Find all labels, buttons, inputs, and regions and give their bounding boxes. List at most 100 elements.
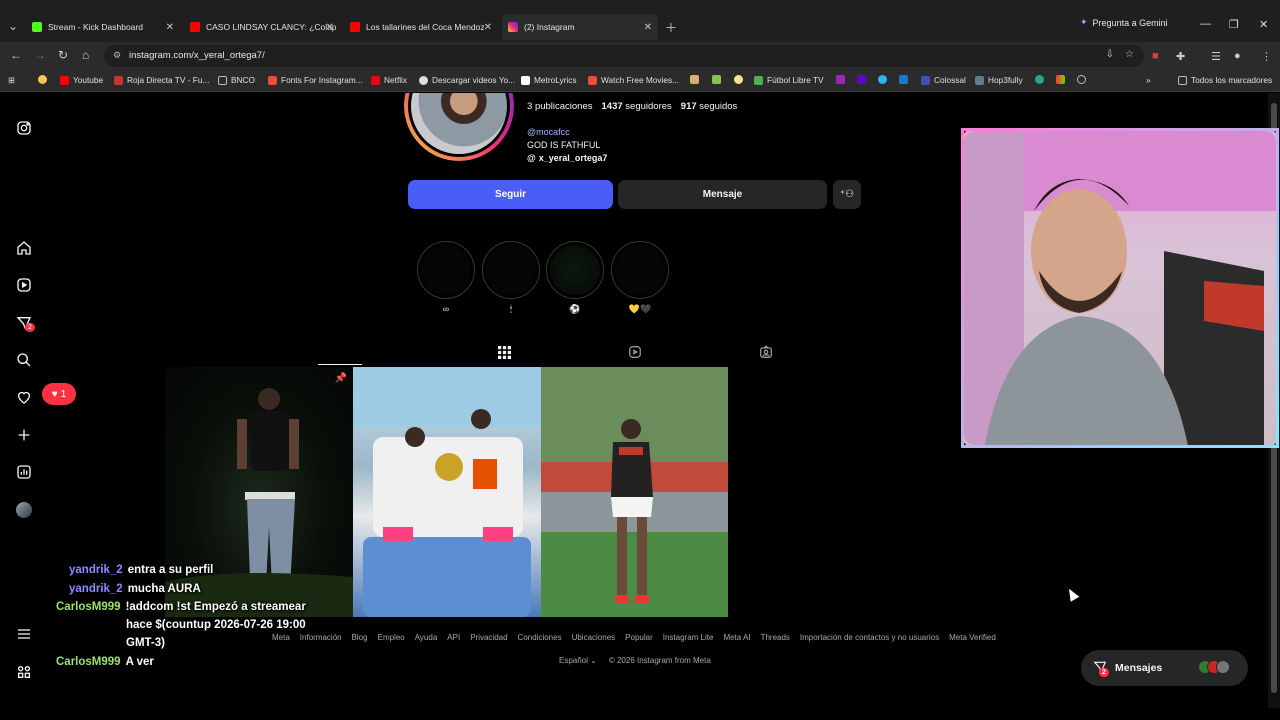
footer-link[interactable]: Importación de contactos y no usuarios [800,633,939,642]
site-info-icon[interactable]: ⚙ [113,50,121,61]
following-stat[interactable]: 917 seguidos [681,101,738,112]
suggest-people-button[interactable]: ⁺⚇ [833,180,861,209]
create-plus-icon[interactable] [14,425,34,445]
bookmark-icon-8[interactable] [1035,75,1044,84]
story-highlight[interactable] [546,241,604,299]
close-tab-icon[interactable]: ✕ [484,22,492,33]
footer-link[interactable]: Meta AI [723,633,750,642]
browser-tab-youtube-1[interactable]: CASO LINDSAY CLANCY: ¿Colap ✕ [184,16,340,38]
apps-grid-icon[interactable]: ⊞ [8,75,15,85]
story-highlight[interactable] [482,241,540,299]
back-icon[interactable]: ← [10,48,22,62]
bookmark-icon-4[interactable] [836,75,845,84]
footer-link[interactable]: Condiciones [518,633,562,642]
browser-tab-kick[interactable]: Stream - Kick Dashboard ✕ [26,16,180,38]
extension-icon[interactable]: ■ [1152,50,1159,62]
close-tab-icon[interactable]: ✕ [644,22,652,33]
browser-tab-youtube-2[interactable]: Los tallarines del Coca Mendoz ✕ [344,16,498,38]
minimize-icon[interactable]: — [1200,18,1211,30]
bookmark-movies[interactable]: Watch Free Movies... [588,75,679,85]
messages-button[interactable]: 2 Mensajes [1081,650,1248,686]
bookmark-colossal[interactable]: Colossal [921,75,966,85]
dashboard-icon[interactable] [14,462,34,482]
home-icon[interactable] [14,238,34,258]
threads-link[interactable]: @ x_yeral_ortega7 [527,153,607,163]
footer-link[interactable]: Ayuda [415,633,438,642]
browser-tab-instagram[interactable]: (2) Instagram ✕ [502,14,658,40]
message-button[interactable]: Mensaje [618,180,827,209]
new-tab-icon[interactable]: ＋ [665,19,677,36]
profile-picture[interactable] [404,93,514,161]
footer-link[interactable]: Privacidad [470,633,507,642]
restore-icon[interactable]: ❐ [1229,18,1239,31]
footer-link[interactable]: Blog [352,633,368,642]
bookmark-metrolyrics[interactable]: MetroLyrics [521,75,577,85]
bio-mention[interactable]: @mocafcc [527,127,570,137]
close-tab-icon[interactable]: ✕ [326,22,334,33]
reels-icon[interactable] [14,275,34,295]
bookmark-icon-7[interactable] [899,75,908,84]
story-highlight[interactable] [611,241,669,299]
language-select[interactable]: Español ⌄ [559,656,597,665]
notification-popup[interactable]: ♥ 1 [42,383,76,405]
menu-kebab-icon[interactable]: ⋮ [1261,50,1272,63]
profile-avatar-icon[interactable]: ● [1234,50,1241,62]
footer-link[interactable]: Meta [272,633,290,642]
tab-search-icon[interactable]: ⌄ [8,19,18,33]
tab-posts[interactable] [494,343,514,361]
post-tile[interactable]: 📌 [165,367,353,617]
forward-icon[interactable]: → [34,48,46,62]
bookmark-netflix[interactable]: Netflix [371,75,407,85]
bookmark-youtube[interactable]: Youtube [60,75,103,85]
footer-link[interactable]: Threads [761,633,790,642]
footer-link[interactable]: Información [300,633,342,642]
more-bookmarks-icon[interactable]: » [1146,75,1151,85]
bookmark-icon-9[interactable] [1056,75,1065,84]
more-menu-icon[interactable] [14,624,34,644]
notifications-heart-icon[interactable] [14,387,34,407]
bookmark-rojadirecta[interactable]: Roja Directa TV - Fu... [114,75,209,85]
bookmark-icon-10[interactable] [1077,75,1086,84]
bookmark-hop3fully[interactable]: Hop3fully [975,75,1023,85]
profile-avatar[interactable] [16,502,32,518]
close-tab-icon[interactable]: ✕ [166,22,174,33]
bookmark-emoji[interactable] [38,75,47,84]
instagram-logo-icon[interactable] [14,118,34,138]
bookmark-descargar[interactable]: Descargar videos Yo... [419,75,515,85]
tab-tagged[interactable] [756,343,776,361]
bookmark-icon-5[interactable] [857,75,866,84]
gemini-button[interactable]: ✦ Pregunta a Gemini [1080,17,1168,28]
bookmark-icon-3[interactable] [734,75,743,84]
bookmark-icon-2[interactable] [712,75,721,84]
bookmark-star-icon[interactable]: ☆ [1125,49,1134,60]
footer-link[interactable]: Popular [625,633,653,642]
also-from-meta-icon[interactable] [14,662,34,682]
install-app-icon[interactable]: ⇩ [1106,49,1114,60]
bookmark-icon-6[interactable] [878,75,887,84]
followers-stat[interactable]: 1437 seguidores [602,101,672,112]
follow-button[interactable]: Seguir [408,180,613,209]
direct-messages-icon[interactable]: 2 [14,313,35,333]
footer-link[interactable]: API [447,633,460,642]
close-window-icon[interactable]: ✕ [1259,18,1268,31]
footer-link[interactable]: Empleo [378,633,405,642]
bookmark-all[interactable]: Todos los marcadores [1178,75,1272,85]
address-url[interactable]: instagram.com/x_yeral_ortega7/ [129,50,265,61]
reading-list-icon[interactable]: ☰ [1211,50,1221,63]
tab-reels[interactable] [625,343,645,361]
bookmark-fonts[interactable]: Fonts For Instagram... [268,75,363,85]
bookmark-futbol[interactable]: Fútbol Libre TV [754,75,824,85]
reload-icon[interactable]: ↻ [58,48,68,62]
bookmark-icon-1[interactable] [690,75,699,84]
bookmark-bnco[interactable]: BNCO [218,75,255,85]
post-tile[interactable] [353,367,541,617]
footer-link[interactable]: Meta Verified [949,633,996,642]
extensions-puzzle-icon[interactable]: ✚ [1176,50,1185,63]
footer-link[interactable]: Instagram Lite [663,633,714,642]
post-tile[interactable] [541,367,728,617]
home-icon[interactable]: ⌂ [82,48,89,62]
address-bar[interactable]: ⚙ instagram.com/x_yeral_ortega7/ ⇩ ☆ [104,45,1144,67]
footer-link[interactable]: Ubicaciones [572,633,616,642]
search-icon[interactable] [14,350,34,370]
story-highlight[interactable] [417,241,475,299]
